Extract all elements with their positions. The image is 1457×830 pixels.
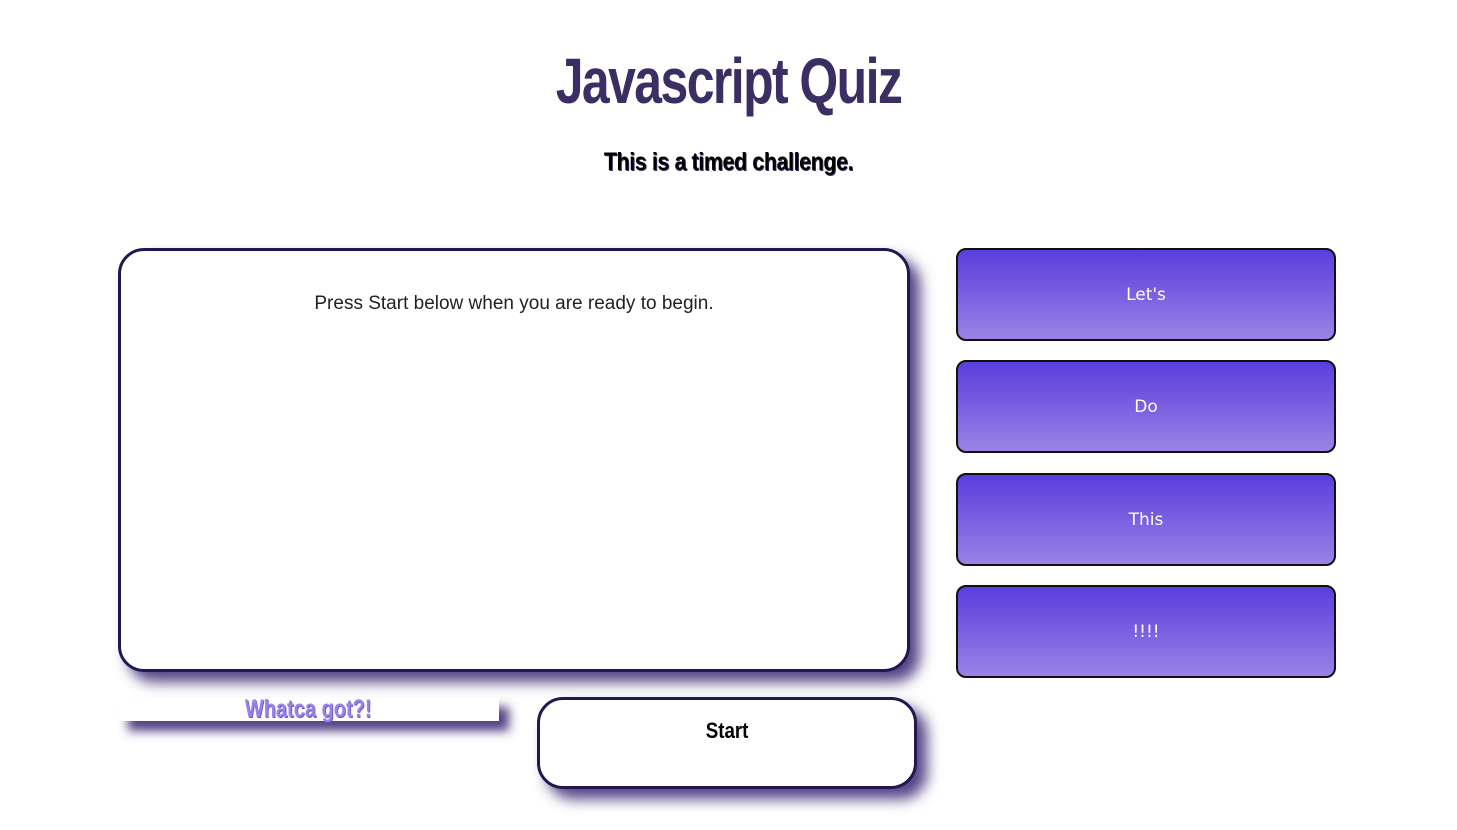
page-subtitle: This is a timed challenge.: [603, 148, 854, 176]
score-box: Whatca got?!: [118, 695, 499, 723]
answer-button-4[interactable]: !!!!: [956, 585, 1336, 678]
answer-button-1[interactable]: Let's: [956, 248, 1336, 341]
page-title: Javascript Quiz: [555, 45, 903, 117]
question-text: Press Start below when you are ready to …: [314, 293, 714, 314]
start-button[interactable]: Start: [537, 697, 917, 789]
question-card: Press Start below when you are ready to …: [118, 248, 910, 672]
answer-button-2[interactable]: Do: [956, 360, 1336, 453]
answer-button-3[interactable]: This: [956, 473, 1336, 566]
start-button-label: Start: [705, 718, 749, 743]
quiz-page: Javascript Quiz This is a timed challeng…: [0, 0, 1457, 830]
score-text: Whatca got?!: [245, 695, 372, 723]
